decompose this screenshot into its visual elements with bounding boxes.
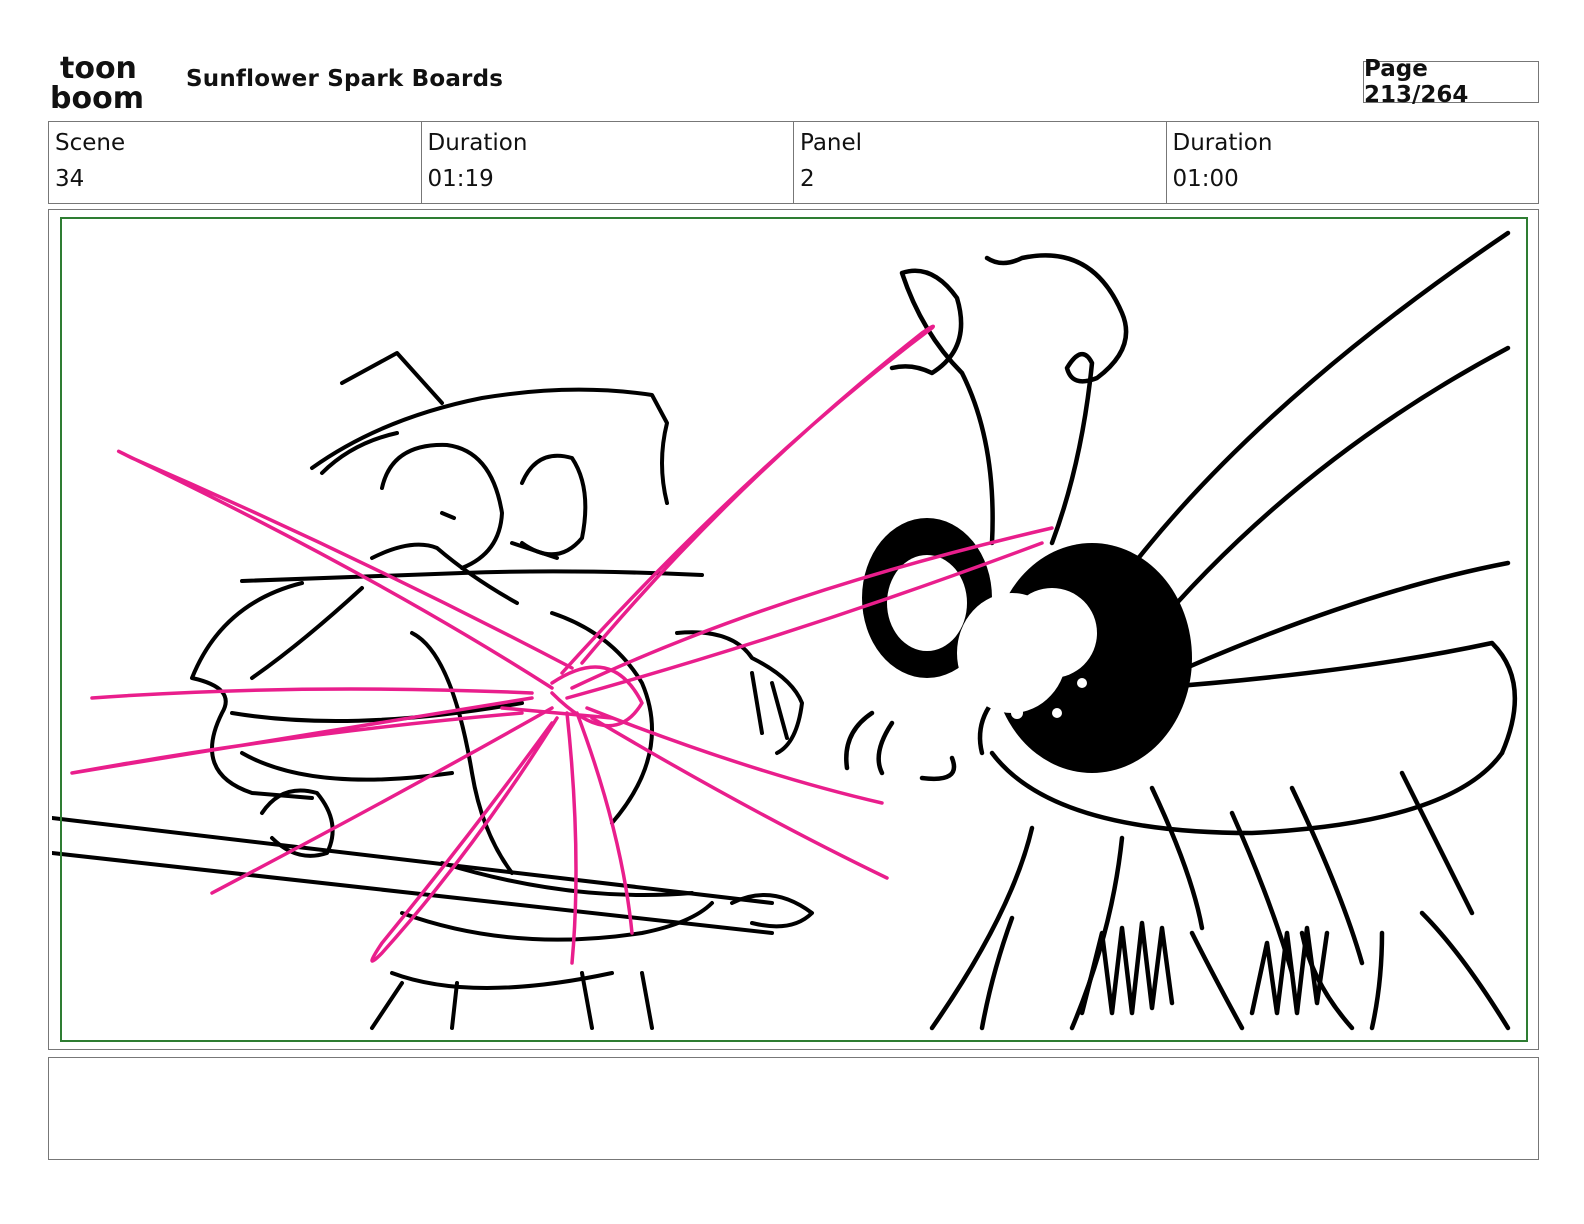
scene-value: 34	[55, 166, 85, 192]
panel-duration-value: 01:00	[1172, 166, 1239, 192]
panel-info-table: Scene 34 Duration 01:19 Panel 2 Duration…	[48, 121, 1539, 204]
scene-cell: Scene 34	[49, 122, 422, 203]
page-indicator: Page 213/264	[1363, 56, 1539, 108]
panel-label: Panel	[800, 130, 863, 156]
toonboom-logo: toon boom	[50, 51, 164, 116]
safe-frame	[60, 217, 1528, 1042]
notes-box	[48, 1057, 1539, 1160]
scene-label: Scene	[55, 130, 126, 156]
panel-duration-cell: Duration 01:00	[1167, 122, 1539, 203]
logo-line2: boom	[50, 81, 144, 114]
panel-duration-label: Duration	[1172, 130, 1273, 156]
panel-value: 2	[800, 166, 815, 192]
panel-cell: Panel 2	[794, 122, 1167, 203]
scene-duration-label: Duration	[427, 130, 528, 156]
scene-duration-cell: Duration 01:19	[422, 122, 794, 203]
scene-duration-value: 01:19	[427, 166, 494, 192]
project-title: Sunflower Spark Boards	[186, 66, 504, 92]
